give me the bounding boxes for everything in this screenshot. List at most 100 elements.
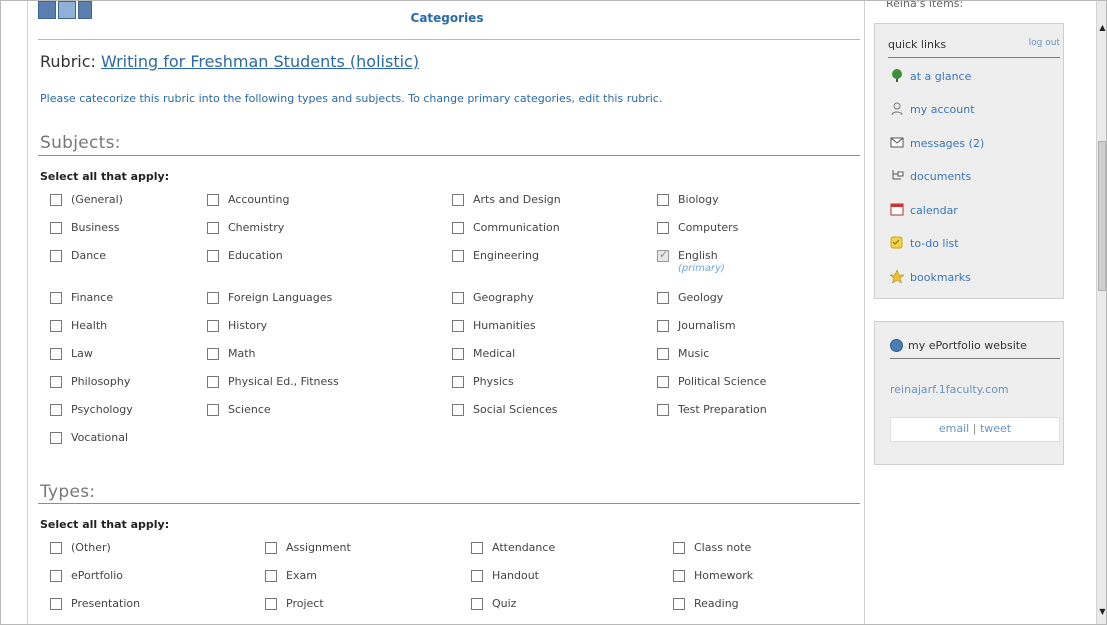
checkbox[interactable] (657, 248, 669, 262)
quick-link-label[interactable]: at a glance (910, 70, 971, 83)
quick-links-box: quick links log out at a glance my accoun… (874, 23, 1064, 299)
checkbox[interactable] (471, 570, 483, 582)
checkbox-label: Science (228, 403, 271, 416)
eportfolio-header: my ePortfolio website (890, 339, 1060, 359)
checkbox[interactable] (50, 320, 62, 332)
email-link[interactable]: email (939, 422, 969, 435)
checkbox[interactable] (452, 376, 464, 388)
checkbox-label: Music (678, 347, 710, 360)
primary-category-note: (primary) (678, 263, 725, 274)
sidebar-title: Reina's items: (886, 0, 964, 10)
checkbox[interactable] (207, 292, 219, 304)
eportfolio-url[interactable]: reinajarf.1faculty.com (890, 383, 1009, 396)
checkbox[interactable] (452, 320, 464, 332)
sidebar: Reina's items: quick links log out at a … (874, 0, 1074, 624)
checkbox[interactable] (207, 222, 219, 234)
checkbox[interactable] (50, 570, 62, 582)
checkbox[interactable] (452, 404, 464, 416)
checkbox-label: Geography (473, 291, 534, 304)
checkbox[interactable] (50, 292, 62, 304)
checkbox[interactable] (50, 376, 62, 388)
quick-link-label[interactable]: bookmarks (910, 271, 971, 284)
scroll-down-arrow-icon[interactable]: ▼ (1097, 607, 1106, 621)
quick-link-label[interactable]: my account (910, 103, 975, 116)
checkbox[interactable] (207, 376, 219, 388)
checkbox[interactable] (657, 320, 669, 332)
scroll-up-arrow-icon[interactable]: ▲ (1097, 23, 1106, 37)
checkbox[interactable] (50, 250, 62, 262)
checkbox[interactable] (50, 194, 62, 206)
quick-links-header: quick links log out (888, 38, 1060, 58)
checkbox[interactable] (452, 250, 464, 262)
checkbox[interactable] (265, 598, 277, 610)
checkbox-label: English (678, 249, 718, 262)
checkbox[interactable] (207, 194, 219, 206)
subjects-divider (38, 155, 860, 156)
quick-link-label[interactable]: messages (2) (910, 137, 984, 150)
checkbox[interactable] (207, 320, 219, 332)
types-divider (38, 503, 860, 504)
logout-link[interactable]: log out (1029, 38, 1060, 48)
rubric-link[interactable]: Writing for Freshman Students (holistic) (101, 52, 419, 71)
checkbox-label: Political Science (678, 375, 767, 388)
checkbox-label: Finance (71, 291, 114, 304)
checkbox[interactable] (657, 348, 669, 360)
checkbox[interactable] (207, 348, 219, 360)
checkbox[interactable] (471, 598, 483, 610)
subjects-heading: Subjects: (40, 133, 121, 153)
checkbox-label: Accounting (228, 193, 290, 206)
checkbox-label: Attendance (492, 541, 556, 554)
subjects-select-all-label: Select all that apply: (40, 170, 170, 183)
checkbox[interactable] (657, 222, 669, 234)
checkbox-label: Assignment (286, 541, 351, 554)
eportfolio-title[interactable]: my ePortfolio website (908, 339, 1027, 352)
share-separator: | (972, 422, 977, 435)
checkbox[interactable] (673, 570, 685, 582)
checkbox[interactable] (471, 542, 483, 554)
checkbox[interactable] (452, 194, 464, 206)
checkbox-label: Arts and Design (473, 193, 561, 206)
share-links: email | tweet (890, 417, 1060, 442)
checkbox-label: Handout (492, 569, 539, 582)
tweet-link[interactable]: tweet (980, 422, 1011, 435)
checkbox-label: Philosophy (71, 375, 131, 388)
vertical-scrollbar[interactable]: ▲ ▼ (1096, 1, 1106, 624)
user-icon (890, 102, 904, 116)
checkbox[interactable] (207, 404, 219, 416)
checkbox[interactable] (657, 404, 669, 416)
checkbox-label: Presentation (71, 597, 141, 610)
types-heading: Types: (40, 482, 96, 502)
checkbox-label: Physics (473, 375, 514, 388)
checkbox[interactable] (452, 292, 464, 304)
checkbox[interactable] (673, 542, 685, 554)
checkbox-label: Social Sciences (473, 403, 558, 416)
checkbox-label: Foreign Languages (228, 291, 333, 304)
title-divider (38, 39, 860, 40)
star-icon (889, 269, 905, 284)
scroll-thumb[interactable] (1098, 141, 1106, 291)
checkbox[interactable] (50, 542, 62, 554)
checkbox[interactable] (50, 598, 62, 610)
checkbox[interactable] (657, 292, 669, 304)
quick-link-label[interactable]: to-do list (910, 237, 959, 250)
checkbox[interactable] (452, 222, 464, 234)
quick-link-label[interactable]: calendar (910, 204, 958, 217)
checkbox[interactable] (265, 570, 277, 582)
checkbox[interactable] (207, 250, 219, 262)
checkbox-label: Law (71, 347, 93, 360)
checkbox[interactable] (657, 194, 669, 206)
checkbox[interactable] (50, 222, 62, 234)
checkbox[interactable] (50, 432, 62, 444)
checkbox[interactable] (657, 376, 669, 388)
checkbox[interactable] (50, 404, 62, 416)
quick-link-label[interactable]: documents (910, 170, 971, 183)
checkbox-label: Physical Ed., Fitness (228, 375, 339, 388)
checkbox[interactable] (50, 348, 62, 360)
checkbox[interactable] (673, 598, 685, 610)
types-select-all-label: Select all that apply: (40, 518, 170, 531)
checkbox-label: (General) (71, 193, 123, 206)
rubric-prefix: Rubric: (40, 52, 96, 71)
checkbox-label: Biology (678, 193, 719, 206)
checkbox[interactable] (265, 542, 277, 554)
checkbox[interactable] (452, 348, 464, 360)
